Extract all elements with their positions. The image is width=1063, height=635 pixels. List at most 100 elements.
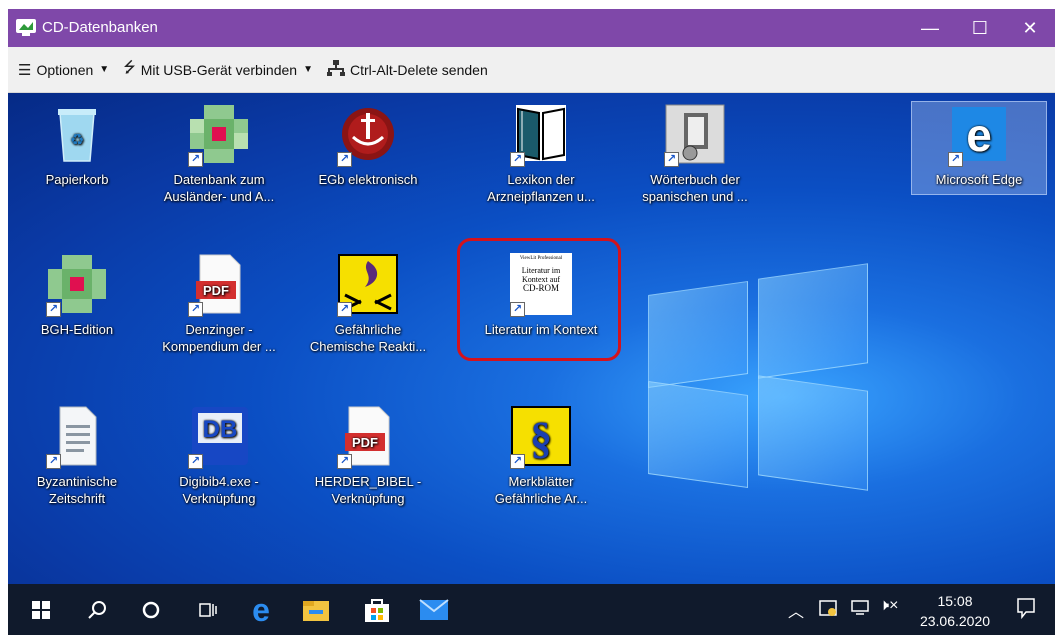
clock-date: 23.06.2020 [919, 613, 991, 629]
thumb-line-1: ViewLit Professional [519, 256, 563, 261]
start-button[interactable] [25, 594, 57, 626]
desktop-icon-byzantinische[interactable]: ↗ Byzantinische Zeitschrift [8, 405, 147, 507]
icon-label: Verknüpfung [331, 491, 405, 506]
windows-start-icon [32, 601, 50, 619]
desktop-icon-egb[interactable]: ↗ EGb elektronisch [298, 103, 438, 188]
icon-label: Denzinger - [185, 322, 253, 337]
svg-text:♻: ♻ [70, 132, 84, 149]
chevron-down-icon: ▼ [303, 64, 313, 75]
hazard-flame-icon: ↗ [337, 253, 399, 317]
edge-icon: e ↗ [948, 103, 1010, 167]
icon-label: BGH-Edition [40, 322, 114, 337]
desktop-icon-woerterbuch[interactable]: ↗ Wörterbuch der spanischen und ... [625, 103, 765, 205]
mosaic-icon: ↗ [46, 253, 108, 317]
desktop-icon-gefaehrliche-reaktionen[interactable]: ↗ Gefährliche Chemische Reakti... [298, 253, 438, 355]
open-book-icon: ↗ [510, 103, 572, 167]
icon-label: HERDER_BIBEL - [314, 474, 422, 489]
svg-text:e: e [966, 109, 992, 161]
desktop-icon-bgh-edition[interactable]: ↗ BGH-Edition [8, 253, 147, 338]
thumb-line-2: Literatur im [521, 266, 561, 275]
icon-label: Wörterbuch der [650, 172, 740, 187]
desktop-icon-herder-bibel[interactable]: PDF ↗ HERDER_BIBEL - Verknüpfung [298, 405, 438, 507]
ctrl-alt-delete-button[interactable]: Ctrl-Alt-Delete senden [327, 55, 488, 85]
mosaic-icon: ↗ [188, 103, 250, 167]
desktop-icon-denzinger[interactable]: PDF ↗ Denzinger - Kompendium der ... [149, 253, 289, 355]
remote-window: CD-Datenbanken — ☐ ✕ ☰ Optionen ▼ ⭍ Mit … [8, 9, 1055, 635]
volume-muted-icon[interactable]: 🕨× [879, 597, 898, 615]
icon-label: Ausländer- und A... [163, 189, 275, 204]
taskbar-edge[interactable]: e [245, 594, 277, 626]
desktop: ♻ Papierkorb ↗ Datenbank zum Ausländer- … [8, 93, 1055, 584]
desktop-icon-recycle-bin[interactable]: ♻ Papierkorb [8, 103, 147, 188]
search-icon [88, 601, 106, 619]
icon-label: Literatur im Kontext [484, 322, 598, 337]
folder-icon [303, 601, 329, 621]
pdf-file-icon: PDF ↗ [337, 405, 399, 469]
pdf-file-icon: PDF ↗ [188, 253, 250, 317]
network-icon[interactable] [850, 599, 870, 617]
icon-label: Byzantinische [36, 474, 118, 489]
icon-label: Zeitschrift [48, 491, 106, 506]
taskbar-store[interactable] [361, 594, 393, 626]
windows-logo-wallpaper [648, 243, 868, 503]
shortcut-arrow-icon: ↗ [188, 302, 203, 317]
taskbar-file-explorer[interactable] [300, 594, 332, 626]
taskbar: e ︿ 🕨× 15:08 23.06.2020 [8, 584, 1055, 635]
notification-center-icon[interactable] [1016, 597, 1036, 619]
tray-chevron-up-icon[interactable]: ︿ [788, 598, 804, 622]
shortcut-arrow-icon: ↗ [510, 454, 525, 469]
thumb-line-4: CD-ROM [522, 283, 559, 293]
icon-label: Lexikon der [507, 172, 575, 187]
tray-app-icon[interactable] [818, 598, 838, 618]
paragraph-icon: § ↗ [510, 405, 572, 469]
task-view-button[interactable] [192, 594, 224, 626]
maximize-button[interactable]: ☐ [955, 9, 1005, 47]
pdf-text: PDF [203, 283, 229, 298]
icon-label: Microsoft Edge [935, 172, 1023, 187]
svg-text:e: e [252, 595, 270, 625]
desktop-icon-merkblaetter[interactable]: § ↗ Merkblätter Gefährliche Ar... [471, 405, 611, 507]
store-bag-icon [365, 599, 389, 622]
db-text: DB [203, 416, 238, 443]
icon-label: EGb elektronisch [318, 172, 418, 187]
taskbar-clock[interactable]: 15:08 23.06.2020 [910, 591, 1000, 631]
usb-connect-menu[interactable]: ⭍ Mit USB-Gerät verbinden ▼ [123, 55, 313, 85]
desktop-icon-microsoft-edge[interactable]: e ↗ Microsoft Edge [909, 103, 1049, 188]
recycle-bin-icon: ♻ [46, 103, 108, 165]
taskbar-mail[interactable] [418, 594, 450, 626]
icon-label: Merkblätter [508, 474, 574, 489]
window-title: CD-Datenbanken [42, 19, 158, 36]
document-icon: ↗ [46, 405, 108, 469]
icon-label: Chemische Reakti... [309, 339, 427, 354]
title-bar[interactable]: CD-Datenbanken — ☐ ✕ [8, 9, 1055, 47]
usb-icon: ⭍ [123, 59, 136, 76]
cortana-button[interactable] [135, 594, 167, 626]
shortcut-arrow-icon: ↗ [337, 454, 352, 469]
shortcut-arrow-icon: ↗ [46, 454, 61, 469]
shortcut-arrow-icon: ↗ [337, 152, 352, 167]
icon-label: Papierkorb [45, 172, 109, 187]
cortana-circle-icon [142, 601, 160, 619]
mail-icon [419, 599, 449, 620]
options-menu[interactable]: ☰ Optionen ▼ [18, 55, 109, 85]
icon-label: Arzneipflanzen u... [487, 189, 595, 204]
desktop-icon-literatur-im-kontext[interactable]: ViewLit Professional Literatur im Kontex… [471, 253, 611, 338]
shortcut-arrow-icon: ↗ [510, 152, 525, 167]
pdf-text: PDF [352, 435, 378, 450]
search-button[interactable] [81, 594, 113, 626]
desktop-icon-datenbank[interactable]: ↗ Datenbank zum Ausländer- und A... [149, 103, 289, 205]
desktop-icon-lexikon[interactable]: ↗ Lexikon der Arzneipflanzen u... [471, 103, 611, 205]
minimize-button[interactable]: — [905, 9, 955, 47]
hamburger-icon: ☰ [18, 61, 32, 79]
toolbar: ☰ Optionen ▼ ⭍ Mit USB-Gerät verbinden ▼… [8, 47, 1055, 93]
edge-icon: e [252, 595, 270, 625]
shortcut-arrow-icon: ↗ [948, 152, 963, 167]
shortcut-arrow-icon: ↗ [337, 302, 352, 317]
icon-label: Gefährliche Ar... [494, 491, 588, 506]
icon-label: Datenbank zum [173, 172, 265, 187]
shortcut-arrow-icon: ↗ [188, 152, 203, 167]
desktop-icon-digibib[interactable]: DB ↗ Digibib4.exe - Verknüpfung [149, 405, 289, 507]
close-button[interactable]: ✕ [1005, 9, 1055, 47]
egb-cross-icon: ↗ [337, 103, 399, 167]
icon-label: Verknüpfung [182, 491, 256, 506]
